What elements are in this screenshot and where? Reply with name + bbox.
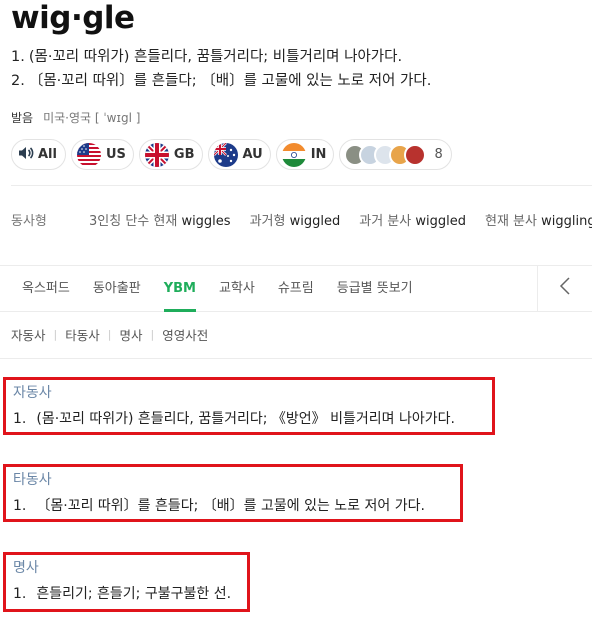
summary-definitions: 1. (몸·꼬리 따위가) 흔들리다, 꿈틀거리다; 비틀거리며 나아가다. 2.…: [11, 45, 431, 93]
uk-flag-icon: [144, 142, 169, 167]
tab-oxford[interactable]: 옥스퍼드: [22, 266, 70, 312]
tab-supreme[interactable]: 슈프림: [278, 266, 314, 312]
verb-form-item: 과거 분사 wiggled: [359, 214, 466, 229]
india-flag-icon: [281, 142, 306, 167]
tab-donga[interactable]: 동아출판: [93, 266, 141, 312]
audio-buttons: All US GB AU IN 8: [11, 139, 452, 170]
divider: |: [53, 328, 58, 341]
us-flag-icon: [76, 142, 101, 167]
verb-form-link[interactable]: wiggles: [181, 214, 230, 229]
more-voices-button[interactable]: 8: [339, 139, 452, 170]
verb-form-link[interactable]: wiggled: [415, 214, 466, 229]
play-au-button[interactable]: AU: [207, 139, 271, 170]
pos-tabs: 자동사 | 타동사 | 명사 | 영영사전: [11, 325, 208, 344]
play-in-button[interactable]: IN: [275, 139, 335, 170]
pos-tab-transitive[interactable]: 타동사: [65, 325, 100, 344]
tabs-prev-button[interactable]: [537, 266, 592, 312]
divider: |: [150, 328, 155, 341]
sense-section-intransitive: 자동사 1. (몸·꼬리 따위가) 흔들리다, 꿈틀거리다; 《방언》 비틀거리며…: [3, 377, 495, 435]
divider: [0, 358, 592, 359]
verb-form-link[interactable]: wiggling: [541, 214, 592, 229]
headword: wig·gle: [11, 0, 135, 36]
play-all-button[interactable]: All: [11, 139, 66, 170]
summary-item: 1. (몸·꼬리 따위가) 흔들리다, 꿈틀거리다; 비틀거리며 나아가다.: [11, 49, 403, 65]
avatar: [404, 143, 427, 166]
verb-forms: 동사형 3인칭 단수 현재 wiggles 과거형 wiggled 과거 분사 …: [11, 210, 592, 229]
verb-form-link[interactable]: wiggled: [290, 214, 341, 229]
play-us-button[interactable]: US: [70, 139, 134, 170]
tab-kyohak[interactable]: 교학사: [219, 266, 255, 312]
divider: [11, 185, 592, 186]
sense-section-transitive: 타동사 1. 〔몸·꼬리 따위〕를 흔들다; 〔배〕를 고물에 있는 노로 저어 …: [3, 464, 463, 522]
user-avatars: [344, 143, 427, 166]
summary-item: 2. 〔몸·꼬리 따위〕를 흔들다; 〔배〕를 고물에 있는 노로 저어 가다.: [11, 73, 432, 89]
pos-tab-noun[interactable]: 명사: [119, 325, 142, 344]
sense-definition: 1. 흔들리기; 흔들기; 구불구불한 선.: [13, 586, 232, 602]
speaker-icon: [18, 146, 34, 164]
divider: |: [107, 328, 112, 341]
tab-ybm[interactable]: YBM: [163, 266, 197, 312]
pos-tab-intransitive[interactable]: 자동사: [11, 325, 46, 344]
verb-form-item: 3인칭 단수 현재 wiggles: [89, 214, 231, 229]
tab-level-meaning[interactable]: 등급별 뜻보기: [337, 266, 413, 312]
verb-form-item: 현재 분사 wiggling: [485, 210, 592, 229]
au-flag-icon: [213, 142, 238, 167]
pos-label: 자동사: [13, 385, 52, 401]
sense-section-noun: 명사 1. 흔들리기; 흔들기; 구불구불한 선.: [3, 552, 250, 612]
pos-label: 타동사: [13, 472, 52, 488]
sense-definition: 1. 〔몸·꼬리 따위〕를 흔들다; 〔배〕를 고물에 있는 노로 저어 가다.: [13, 498, 425, 514]
dictionary-tabs: 옥스퍼드 동아출판 YBM 교학사 슈프림 등급별 뜻보기: [0, 265, 592, 312]
play-gb-button[interactable]: GB: [138, 139, 203, 170]
pronunciation: 발음 미국·영국 [ ˈwɪgl ]: [11, 111, 141, 125]
pos-tab-english-dictionary[interactable]: 영영사전: [162, 325, 208, 344]
sense-definition: 1. (몸·꼬리 따위가) 흔들리다, 꿈틀거리다; 《방언》 비틀거리며 나아가…: [13, 411, 455, 427]
chevron-left-icon: [559, 276, 571, 302]
pos-label: 명사: [13, 560, 39, 576]
verb-form-item: 과거형 wiggled: [249, 214, 341, 229]
